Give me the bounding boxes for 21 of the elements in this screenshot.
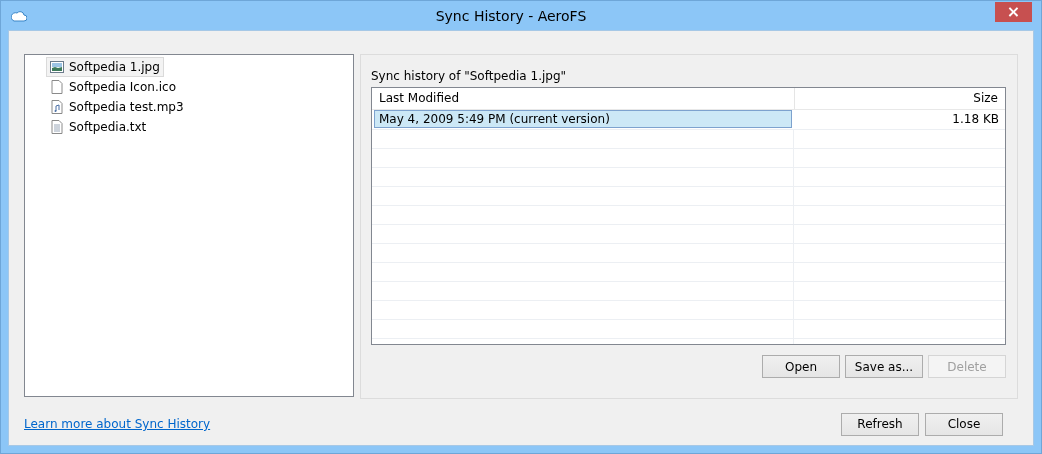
file-item[interactable]: Softpedia Icon.ico	[46, 77, 180, 97]
close-button[interactable]: ×	[995, 1, 1032, 22]
column-header[interactable]: Size	[794, 88, 1005, 109]
size-cell-text: 1.18 KB	[951, 111, 1000, 128]
file-item[interactable]: Softpedia test.mp3	[46, 97, 188, 117]
picture-file-icon	[49, 59, 65, 75]
cloud-icon	[11, 9, 27, 22]
help-link[interactable]: Learn more about Sync History	[24, 417, 211, 431]
dialog-button[interactable]: Refresh	[841, 412, 919, 436]
window-title: Sync History - AeroFS	[434, 7, 588, 24]
audio-file-icon	[49, 99, 65, 115]
file-icon	[49, 79, 65, 95]
action-button[interactable]: Open	[762, 355, 840, 378]
column-header[interactable]: Last Modified	[372, 88, 794, 109]
text-file-icon	[49, 119, 65, 135]
modified-cell[interactable]: May 4, 2009 5:49 PM (current version)	[374, 110, 792, 128]
dialog-button[interactable]: Close	[925, 412, 1003, 436]
file-item[interactable]: Softpedia 1.jpg	[46, 57, 164, 77]
history-caption: Sync history of "Softpedia 1.jpg"	[371, 69, 568, 85]
action-button[interactable]: Save as...	[845, 355, 923, 378]
file-item[interactable]: Softpedia.txt	[46, 117, 151, 137]
